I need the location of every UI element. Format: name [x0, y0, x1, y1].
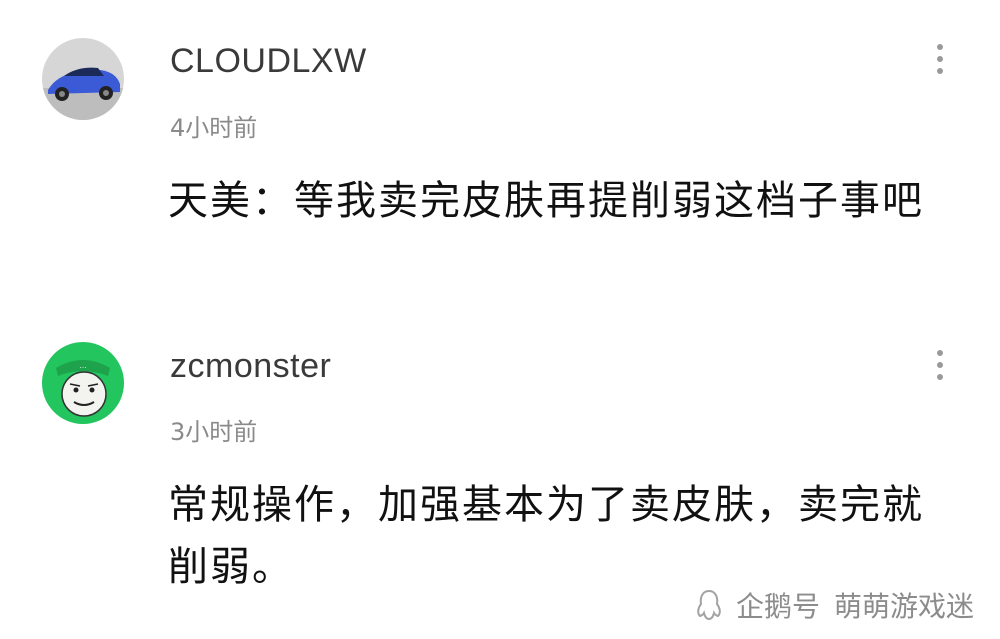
username[interactable]: CLOUDLXW — [170, 42, 367, 81]
user-avatar[interactable] — [42, 38, 124, 120]
car-avatar-icon — [42, 38, 124, 120]
more-options-icon[interactable] — [926, 346, 954, 386]
comment-text: 常规操作，加强基本为了卖皮肤，卖完就削弱。 — [168, 482, 924, 590]
watermark-platform: 企鹅号 — [735, 590, 820, 623]
user-avatar[interactable]: … — [42, 342, 124, 424]
meme-face-avatar-icon: … — [42, 342, 124, 424]
watermark-account: 萌萌游戏迷 — [833, 590, 974, 623]
watermark: 企鹅号 萌萌游戏迷 — [692, 587, 974, 623]
comment-timestamp: 3小时前 — [170, 418, 258, 446]
comment-timestamp: 4小时前 — [170, 114, 258, 142]
comment-item: CLOUDLXW 4小时前 天美：等我卖完皮肤再提削弱这档子事吧 — [0, 0, 1000, 320]
penguin-logo-icon — [697, 589, 721, 621]
username[interactable]: zcmonster — [170, 347, 331, 386]
comment-text: 天美：等我卖完皮肤再提削弱这档子事吧 — [168, 178, 924, 224]
svg-text:…: … — [80, 362, 87, 370]
more-options-icon[interactable] — [926, 40, 954, 80]
